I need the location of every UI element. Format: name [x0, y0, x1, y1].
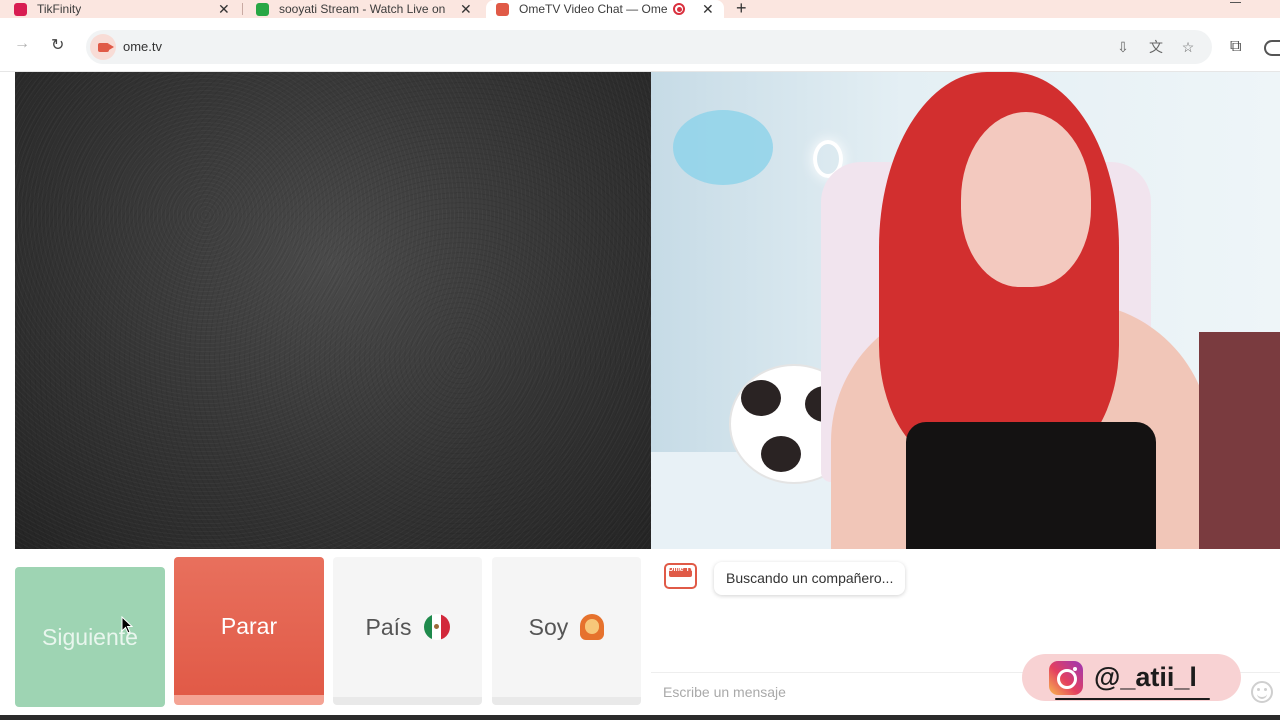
profile-icon[interactable]: [1264, 40, 1280, 56]
own-camera-video: [15, 72, 651, 549]
mexico-flag-icon: [423, 614, 450, 640]
tab-ometv[interactable]: OmeTV Video Chat — Ome ✕: [486, 0, 724, 18]
address-bar[interactable]: ome.tv ⇩ 文 ☆: [86, 30, 1212, 64]
forward-arrow-icon[interactable]: →: [14, 35, 30, 53]
stop-button-label: Parar: [220, 612, 278, 639]
bottom-edge: [0, 715, 1280, 720]
tab-title: TikFinity: [37, 2, 82, 16]
tab-title: sooyati Stream - Watch Live on: [279, 2, 445, 16]
video-camera-icon: [97, 42, 114, 52]
minimize-icon[interactable]: [1230, 2, 1241, 3]
ometv-favicon-icon: [496, 2, 509, 16]
instagram-handle: @_atii_l: [1094, 662, 1197, 692]
close-icon[interactable]: ✕: [460, 2, 472, 16]
gender-button[interactable]: Soy: [492, 557, 641, 705]
kick-favicon-icon: [256, 2, 269, 16]
partner-video: [651, 72, 1280, 549]
close-icon[interactable]: ✕: [218, 2, 230, 16]
bookmark-star-icon[interactable]: ☆: [1179, 38, 1197, 56]
neon-sign-decoration: [673, 110, 773, 185]
country-button[interactable]: País: [333, 557, 482, 705]
watermark-underline: [1055, 698, 1210, 700]
tikfinity-favicon-icon: [14, 2, 27, 16]
recording-icon: [673, 3, 685, 15]
gender-button-label: Soy: [528, 613, 569, 640]
instagram-icon: [1049, 660, 1083, 695]
mouse-cursor-icon: [121, 616, 133, 634]
tab-sooyati-stream[interactable]: sooyati Stream - Watch Live on ✕: [256, 0, 474, 18]
tab-separator: [242, 3, 243, 15]
site-info-button[interactable]: [90, 34, 116, 60]
country-button-label: País: [365, 613, 412, 640]
translate-icon[interactable]: 文: [1147, 38, 1165, 56]
person-top: [906, 422, 1156, 549]
ometv-logo-icon: Ome TV: [664, 563, 697, 589]
tab-title: OmeTV Video Chat — Ome: [519, 2, 667, 16]
next-button[interactable]: Siguiente: [15, 567, 165, 707]
tab-strip: TikFinity ✕ sooyati Stream - Watch Live …: [0, 0, 1280, 18]
browser-toolbar: → ↻ ome.tv ⇩ 文 ☆ ⧉: [0, 18, 1280, 72]
logo-text: Ome TV: [668, 566, 695, 573]
person-face: [961, 112, 1091, 287]
tab-tikfinity[interactable]: TikFinity ✕: [14, 0, 236, 18]
install-app-icon[interactable]: ⇩: [1114, 38, 1132, 56]
new-tab-button[interactable]: +: [736, 0, 747, 19]
extensions-puzzle-icon[interactable]: ⧉: [1230, 38, 1248, 56]
stop-button[interactable]: Parar: [174, 557, 324, 705]
reload-icon[interactable]: ↻: [51, 35, 64, 55]
instagram-watermark: @_atii_l: [1022, 654, 1241, 701]
status-message-bubble: Buscando un compañero...: [714, 562, 906, 595]
plush-spot: [741, 380, 781, 416]
desk-edge: [1199, 332, 1280, 549]
woman-emoji-icon: [580, 614, 605, 640]
plush-spot: [761, 436, 801, 472]
emoji-smiley-icon[interactable]: [1251, 681, 1273, 703]
close-icon[interactable]: ✕: [702, 2, 714, 16]
url-text: ome.tv: [123, 39, 163, 54]
